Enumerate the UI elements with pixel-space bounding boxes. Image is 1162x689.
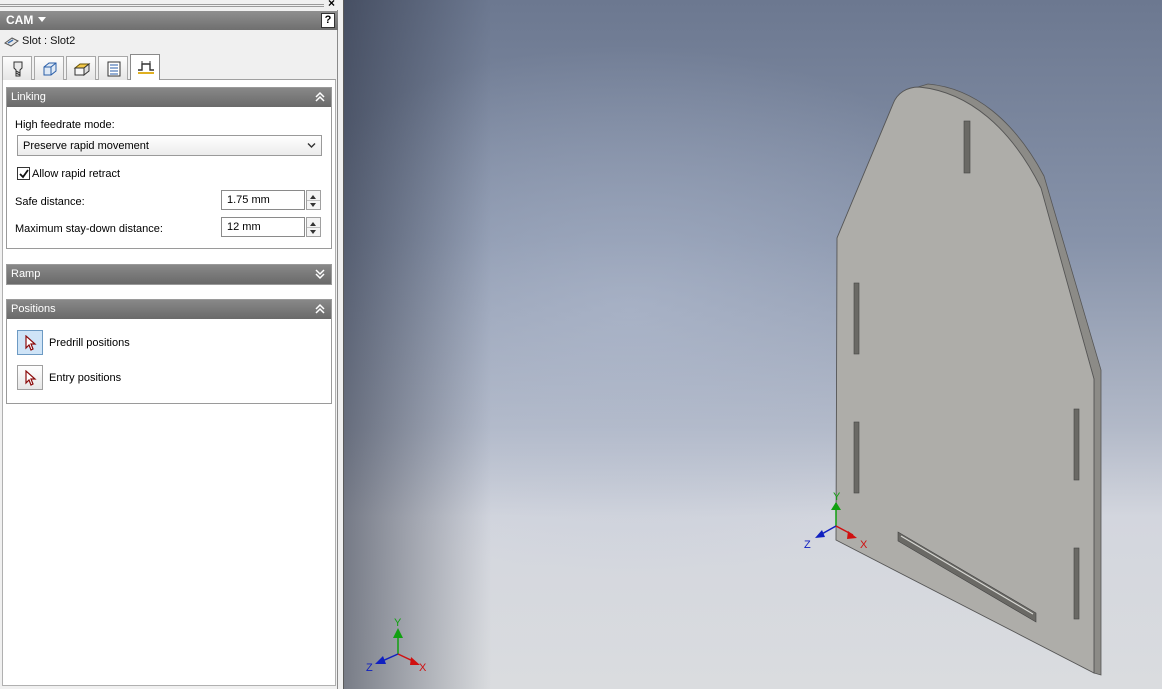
collapse-icon[interactable]: [314, 90, 326, 104]
positions-header[interactable]: Positions: [7, 300, 331, 319]
panel-grip[interactable]: [0, 4, 324, 7]
predrill-positions-button[interactable]: [17, 330, 43, 355]
safe-distance-stepper[interactable]: [306, 190, 321, 210]
arrow-down-icon[interactable]: [310, 203, 316, 207]
cam-title[interactable]: CAM: [6, 13, 33, 27]
heights-icon: [73, 62, 91, 77]
slot-right-lower: [1073, 547, 1080, 620]
linking-section: Linking High feedrate mode: Preserve rap…: [6, 87, 332, 249]
max-staydown-label: Maximum stay-down distance:: [15, 223, 163, 235]
slot-left-lower: [853, 421, 860, 494]
max-staydown-stepper[interactable]: [306, 217, 321, 237]
feedrate-mode-value: Preserve rapid movement: [23, 140, 149, 152]
max-staydown-input[interactable]: 12 mm: [221, 217, 305, 237]
slot-right-upper: [1073, 408, 1080, 481]
chevron-down-icon[interactable]: [38, 17, 46, 22]
safe-distance-input[interactable]: 1.75 mm: [221, 190, 305, 210]
operation-label: Slot : Slot2: [22, 35, 76, 47]
checkmark-icon: [19, 169, 29, 179]
expand-icon[interactable]: [314, 267, 326, 281]
tab-tool[interactable]: [2, 56, 32, 80]
chevron-down-icon: [307, 143, 316, 148]
passes-icon: [107, 61, 121, 77]
ramp-section: Ramp: [6, 264, 332, 285]
3d-viewport[interactable]: Y Z X Y Z X: [343, 0, 1162, 689]
tab-content: Linking High feedrate mode: Preserve rap…: [2, 80, 336, 686]
corner-axis-x-label: X: [419, 662, 427, 674]
model-axis-y-label: Y: [833, 491, 841, 503]
max-staydown-value: 12 mm: [227, 221, 261, 233]
plate-face[interactable]: [835, 86, 1095, 674]
positions-section: Positions Predrill positions Entry posit…: [6, 299, 332, 404]
allow-rapid-retract-checkbox[interactable]: [17, 167, 30, 180]
close-icon[interactable]: ×: [328, 0, 335, 9]
view-orientation-triad[interactable]: Y Z X: [366, 617, 427, 674]
collapse-icon[interactable]: [314, 302, 326, 316]
positions-title: Positions: [11, 303, 56, 315]
operation-row: Slot : Slot2: [0, 31, 338, 53]
ramp-title: Ramp: [11, 268, 41, 280]
arrow-up-icon[interactable]: [310, 222, 316, 226]
allow-rapid-retract-label[interactable]: Allow rapid retract: [32, 168, 120, 180]
cursor-arrow-icon: [25, 335, 37, 351]
ramp-header[interactable]: Ramp: [7, 265, 331, 284]
tab-passes[interactable]: [98, 56, 128, 80]
entry-positions-label[interactable]: Entry positions: [49, 372, 121, 384]
arrow-down-icon[interactable]: [310, 230, 316, 234]
entry-positions-button[interactable]: [17, 365, 43, 390]
cam-browser-panel: × CAM ? Slot : Slot2 Linking High feedra…: [0, 0, 338, 689]
safe-distance-label: Safe distance:: [15, 196, 85, 208]
tab-strip: [2, 54, 336, 81]
slot-top: [963, 120, 971, 174]
tab-heights[interactable]: [66, 56, 96, 80]
linking-icon: [138, 61, 154, 74]
cam-title-bar: CAM ?: [0, 11, 338, 30]
safe-distance-spinner: 1.75 mm: [221, 190, 322, 210]
safe-distance-value: 1.75 mm: [227, 194, 270, 206]
tab-linking[interactable]: [130, 54, 160, 81]
linking-title: Linking: [11, 91, 46, 103]
model-axis-x-label: X: [860, 539, 868, 551]
predrill-positions-label[interactable]: Predrill positions: [49, 337, 130, 349]
corner-axis-z-label: Z: [366, 662, 373, 674]
tab-geometry[interactable]: [34, 56, 64, 80]
max-staydown-spinner: 12 mm: [221, 217, 322, 237]
tool-icon: [13, 61, 23, 77]
feedrate-mode-select[interactable]: Preserve rapid movement: [17, 135, 322, 156]
geometry-icon: [43, 62, 57, 76]
help-icon[interactable]: ?: [321, 13, 335, 28]
model-axis-z-label: Z: [804, 539, 811, 551]
viewport-scene: Y Z X Y Z X: [366, 83, 1102, 676]
cursor-arrow-icon: [25, 370, 37, 386]
slot-operation-icon: [4, 37, 19, 47]
panel-top-strip: ×: [0, 0, 338, 10]
slot-left-upper: [853, 282, 860, 355]
linking-header[interactable]: Linking: [7, 88, 331, 107]
feedrate-mode-label: High feedrate mode:: [15, 119, 115, 131]
arrow-up-icon[interactable]: [310, 195, 316, 199]
corner-axis-y-label: Y: [394, 617, 402, 629]
